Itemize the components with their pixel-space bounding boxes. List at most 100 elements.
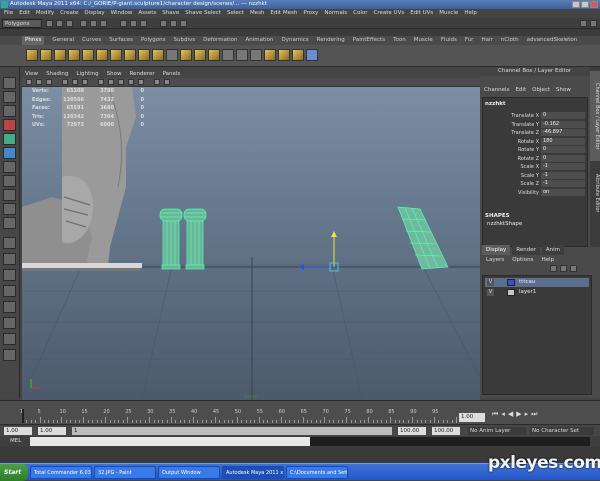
play-forward-icon[interactable]: ▶ <box>516 410 521 419</box>
anim-layer-dropdown[interactable]: No Anim Layer <box>468 427 526 435</box>
current-frame-field[interactable]: 1.00 <box>459 413 485 422</box>
layer-menu-help[interactable]: Help <box>541 257 554 263</box>
attribute-value-field[interactable]: -1 <box>541 163 585 170</box>
attribute-value-field[interactable]: 180 <box>541 137 585 145</box>
taskbar-task-button[interactable]: Output Window <box>158 466 220 479</box>
shelf-tab-curves[interactable]: Curves <box>82 36 101 45</box>
show-manip-icon[interactable] <box>3 189 16 201</box>
layer-menu-layers[interactable]: Layers <box>486 257 504 263</box>
textured-icon[interactable] <box>128 79 134 85</box>
isolate-icon[interactable] <box>164 79 170 85</box>
shelf-tool-icon[interactable] <box>222 49 234 61</box>
range-bar[interactable]: 1 <box>72 427 392 435</box>
channel-attribute-row[interactable]: Scale X -1 <box>483 163 587 171</box>
channel-menu-edit[interactable]: Edit <box>515 87 526 93</box>
shelf-tool-icon[interactable] <box>54 49 66 61</box>
smooth-shade-icon[interactable] <box>108 79 114 85</box>
menu-window[interactable]: Window <box>111 9 133 18</box>
current-time-marker[interactable] <box>22 409 24 423</box>
lights-icon[interactable] <box>138 79 144 85</box>
taskbar-task-button[interactable]: C:\Documents and Settin... <box>286 466 348 479</box>
attribute-value-field[interactable]: 0 <box>541 112 585 119</box>
column-right[interactable] <box>183 208 207 270</box>
go-to-end-icon[interactable]: ⏭ <box>531 410 537 419</box>
move-tool-icon[interactable] <box>3 119 16 131</box>
select-hierarchy-icon[interactable] <box>80 20 87 27</box>
channel-attribute-row[interactable]: Translate X0 <box>483 112 587 120</box>
shelf-tool-icon[interactable] <box>82 49 94 61</box>
panel-menu-show[interactable]: Show <box>107 70 122 78</box>
shelf-tab-subdivs[interactable]: Subdivs <box>174 36 196 45</box>
shelf-tab-advancedskeleton[interactable]: advancedSkeleton <box>527 36 578 45</box>
attribute-value-field[interactable]: -46.897 <box>541 129 585 136</box>
menu-edit-mesh[interactable]: Edit Mesh <box>270 9 297 18</box>
channel-attribute-row[interactable]: Translate Y -0.162 <box>483 120 587 129</box>
time-ruler[interactable]: 15101520253035404550556065707580859095 <box>20 409 457 423</box>
layer-tab-render[interactable]: Render <box>512 245 540 255</box>
panel-menu-shading[interactable]: Shading <box>46 70 68 78</box>
attribute-value-field[interactable]: 0 <box>541 146 585 153</box>
go-to-start-icon[interactable]: ⏮ <box>492 410 498 419</box>
channel-menu-object[interactable]: Object <box>532 87 550 93</box>
grid-toggle-icon[interactable] <box>62 79 68 85</box>
shelf-tool-icon[interactable] <box>138 49 150 61</box>
command-input[interactable] <box>30 437 310 446</box>
xray-icon[interactable] <box>154 79 160 85</box>
rotate-tool-icon[interactable] <box>3 133 16 145</box>
shelf-tab-fluids[interactable]: Fluids <box>441 36 457 45</box>
attribute-value-field[interactable]: on <box>541 188 585 196</box>
channel-attribute-row[interactable]: Rotate X 180 <box>483 137 587 146</box>
playback-start-field[interactable]: 1.00 <box>38 427 66 435</box>
scale-tool-icon[interactable] <box>3 147 16 159</box>
shelf-tool-icon[interactable] <box>208 49 220 61</box>
single-pane-layout-icon[interactable] <box>3 237 16 249</box>
shelf-tool-icon[interactable] <box>292 49 304 61</box>
shelf-tool-icon[interactable] <box>166 49 178 61</box>
layer-tab-anim[interactable]: Anim <box>541 245 565 255</box>
menu-edit-uvs[interactable]: Edit UVs <box>410 9 433 18</box>
wireframe-icon[interactable] <box>98 79 104 85</box>
new-layer-icon[interactable] <box>550 265 557 272</box>
menu-color[interactable]: Color <box>353 9 367 18</box>
select-object-icon[interactable] <box>90 20 97 27</box>
start-button[interactable]: Start <box>0 464 28 481</box>
bookmark-icon[interactable] <box>46 79 52 85</box>
render-icon[interactable] <box>160 20 167 27</box>
attribute-value-field[interactable]: -0.162 <box>541 120 585 128</box>
shelf-tool-icon[interactable] <box>278 49 290 61</box>
menu-muscle[interactable]: Muscle <box>439 9 458 18</box>
shelf-tool-icon[interactable] <box>264 49 276 61</box>
shelf-tab-muscle[interactable]: Muscle <box>414 36 433 45</box>
shelf-tool-icon[interactable] <box>180 49 192 61</box>
menu-normals[interactable]: Normals <box>324 9 347 18</box>
shape-node-name[interactable]: nzzhktShape <box>487 221 522 227</box>
character-set-dropdown[interactable]: No Character Set <box>530 427 594 435</box>
channel-box-toggle-icon[interactable] <box>580 20 587 27</box>
open-scene-icon[interactable] <box>56 20 63 27</box>
shelf-tab-deformation[interactable]: Deformation <box>203 36 237 45</box>
layer-color-swatch[interactable] <box>507 279 515 286</box>
shelf-tab-dynamics[interactable]: Dynamics <box>282 36 309 45</box>
maximize-icon[interactable] <box>581 1 589 8</box>
shelf-tab-polygons[interactable]: Polygons <box>141 36 165 45</box>
perspective-viewport[interactable]: persp Verts: 65308 3780 0 Edges: 130566 7432 0 F… <box>22 87 480 400</box>
layer-row[interactable]: Vlayer1 <box>485 288 589 297</box>
play-back-icon[interactable]: ◀ <box>508 410 513 419</box>
graph-layout-icon[interactable] <box>3 301 16 313</box>
side-tab-attribute-editor[interactable]: Attribute Editor <box>590 163 600 223</box>
shelf-tool-icon[interactable] <box>96 49 108 61</box>
two-pane-layout-icon[interactable] <box>3 269 16 281</box>
layer-row[interactable]: Vtttcau <box>485 278 589 287</box>
menu-proxy[interactable]: Proxy <box>303 9 318 18</box>
channel-attribute-row[interactable]: Translate Z -46.897 <box>483 129 587 137</box>
four-pane-layout-icon[interactable] <box>3 253 16 265</box>
custom-layout-icon[interactable] <box>3 333 16 345</box>
menu-modify[interactable]: Modify <box>36 9 54 18</box>
shelf-tab-animation[interactable]: Animation <box>245 36 273 45</box>
command-language-label[interactable]: MEL <box>10 436 21 447</box>
shelf-tab-toon[interactable]: Toon <box>393 36 406 45</box>
resolution-gate-icon[interactable] <box>82 79 88 85</box>
panel-menu-renderer[interactable]: Renderer <box>129 70 154 78</box>
menu-set-selector[interactable]: Polygons <box>2 19 42 28</box>
shelf-tab-rendering[interactable]: Rendering <box>317 36 345 45</box>
